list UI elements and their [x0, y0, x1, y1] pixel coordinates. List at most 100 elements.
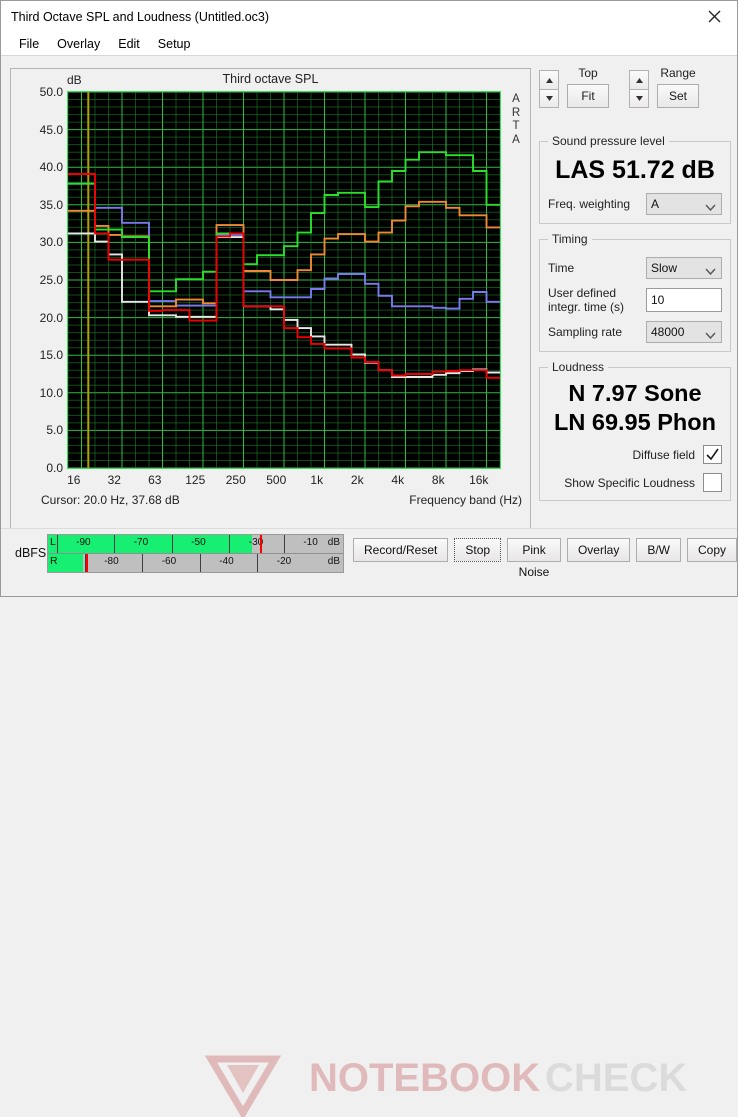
top-spinner[interactable]	[539, 70, 559, 108]
diffuse-field-row: Diffuse field	[548, 445, 722, 464]
bottom-divider	[1, 528, 737, 529]
spl-group: Sound pressure level LAS 51.72 dB Freq. …	[539, 134, 731, 224]
arrow-up-icon[interactable]	[629, 70, 649, 89]
range-label: Range	[660, 66, 696, 80]
range-spin-group: Range Set	[629, 66, 699, 126]
chart-plot-area[interactable]	[67, 91, 501, 469]
integration-time-input[interactable]: 10	[646, 288, 722, 312]
top-spin-group: Top Fit	[539, 66, 609, 126]
arrow-up-icon[interactable]	[539, 70, 559, 89]
spl-value: LAS 51.72 dB	[555, 156, 715, 184]
level-meter-tick	[284, 535, 285, 553]
title-bar: Third Octave SPL and Loudness (Untitled.…	[1, 1, 737, 32]
loudness-sone-value: N 7.97 Sone	[568, 380, 702, 406]
y-axis-tick: 10.0	[39, 385, 63, 400]
chart-panel: Third octave SPL dB 0.0 5.0 10.0 15.0 20.0 25…	[10, 68, 531, 538]
overlay-button[interactable]: Overlay	[566, 538, 631, 562]
level-meter-tick-label: -40	[219, 556, 234, 567]
level-meter-tick-label: -10	[303, 537, 318, 548]
svg-text:NOTEBOOK: NOTEBOOK	[309, 1056, 540, 1100]
arta-watermark-label: ARTA	[508, 93, 524, 147]
dbfs-label: dBFS	[15, 546, 47, 560]
freq-weighting-label: Freq. weighting	[548, 197, 631, 211]
arta-letter: A	[512, 93, 520, 105]
time-row: Time Slow	[548, 257, 722, 279]
timing-group: Timing Time Slow User defined integr. ti…	[539, 232, 731, 352]
loudness-group: Loudness N 7.97 Sone LN 69.95 Phon Diffu…	[539, 360, 731, 501]
x-axis-tick: 32	[107, 473, 121, 487]
level-meter-tick-label: -60	[161, 556, 177, 567]
main-body: Third octave SPL dB 0.0 5.0 10.0 15.0 20.0 25…	[1, 56, 737, 553]
x-axis-ticks: 16 32 63 125 250 500 1k 2k 4k 8k 16k	[67, 473, 501, 489]
level-meter-left-channel: L	[50, 536, 56, 548]
y-axis-tick: 25.0	[39, 273, 63, 287]
y-axis-tick: 40.0	[39, 160, 63, 175]
bw-button[interactable]: B/W	[636, 538, 681, 562]
arrow-down-icon[interactable]	[539, 89, 559, 108]
menu-item-overlay[interactable]: Overlay	[48, 35, 109, 53]
range-spinner[interactable]	[629, 70, 649, 108]
menu-item-edit[interactable]: Edit	[109, 35, 149, 53]
level-meter-left: L dB -90 -70 -50 -30 -10	[48, 535, 343, 553]
x-axis-tick: 500	[266, 473, 287, 487]
close-icon[interactable]	[691, 1, 737, 32]
diffuse-field-checkbox[interactable]	[703, 445, 722, 464]
pink-noise-button[interactable]: Pink Noise	[507, 538, 561, 579]
record-reset-button[interactable]: Record/Reset	[353, 538, 449, 562]
x-axis-tick: 125	[185, 473, 206, 487]
arta-letter: R	[511, 106, 521, 119]
level-meter-right-channel: R	[50, 555, 58, 567]
freq-weighting-value[interactable]: A	[646, 193, 722, 215]
level-meter-tick	[257, 554, 259, 572]
set-button[interactable]: Set	[657, 84, 699, 108]
fit-button[interactable]: Fit	[567, 84, 609, 108]
time-select[interactable]: Slow	[646, 257, 722, 279]
specific-loudness-checkbox[interactable]	[703, 473, 722, 492]
x-axis-tick: 2k	[350, 473, 364, 487]
level-meter-tick-label: -80	[104, 556, 119, 567]
y-axis-tick: 15.0	[39, 348, 63, 363]
level-meter-tick-label: -90	[76, 537, 91, 548]
chart-title: Third octave SPL	[222, 72, 319, 86]
y-axis-tick: 35.0	[39, 197, 63, 212]
level-meter-right: R dB -80 -60 -40 -20	[48, 553, 343, 572]
level-meter-tick-label: -70	[133, 537, 149, 548]
transport-button-row: Record/Reset Stop Pink Noise Overlay B/W…	[353, 538, 737, 579]
y-axis-unit: dB	[67, 73, 82, 87]
window-title: Third Octave SPL and Loudness (Untitled.…	[11, 9, 270, 24]
top-label: Top	[578, 66, 598, 80]
menu-bar: File Overlay Edit Setup	[1, 32, 737, 55]
stop-button[interactable]: Stop	[454, 538, 502, 562]
x-axis-tick: 63	[148, 473, 162, 487]
x-axis-tick: 250	[225, 473, 246, 487]
time-value[interactable]: Slow	[646, 257, 722, 279]
svg-text:CHECK: CHECK	[545, 1056, 687, 1100]
x-axis-tick: 8k	[431, 473, 445, 487]
sampling-rate-value[interactable]: 48000	[646, 321, 722, 343]
y-axis-tick: 50.0	[39, 85, 63, 99]
sampling-rate-select[interactable]: 48000	[646, 321, 722, 343]
right-control-column: Top Fit Range Set Sound pressure level L…	[539, 66, 731, 501]
level-meter-peak-indicator	[86, 554, 89, 572]
menu-item-setup[interactable]: Setup	[149, 35, 200, 53]
menu-item-file[interactable]: File	[10, 35, 48, 53]
level-meter-tick	[229, 535, 231, 553]
x-axis-tick: 16k	[469, 473, 489, 487]
app-window: Third Octave SPL and Loudness (Untitled.…	[0, 0, 738, 1117]
level-meter-tick-label: -20	[276, 556, 292, 567]
level-meter-tick	[142, 554, 144, 572]
level-meter-tick	[199, 554, 201, 572]
freq-weighting-row: Freq. weighting A	[548, 193, 722, 215]
level-meter-tick	[114, 535, 116, 553]
level-meter-tick-label: -50	[191, 537, 206, 548]
level-meter-left-unit: dB	[327, 537, 340, 548]
arrow-down-icon[interactable]	[629, 89, 649, 108]
level-meters: L dB -90 -70 -50 -30 -10 R dB -80 -60 -40 -20	[47, 534, 344, 573]
x-axis-tick: 1k	[310, 473, 324, 487]
copy-button[interactable]: Copy	[686, 538, 737, 562]
integration-time-row: User defined integr. time (s) 10	[548, 286, 722, 314]
freq-weighting-select[interactable]: A	[646, 193, 722, 215]
arta-letter: A	[512, 133, 520, 146]
x-axis-tick: 16	[67, 473, 81, 487]
cursor-readout: Cursor: 20.0 Hz, 37.68 dB	[41, 493, 180, 507]
